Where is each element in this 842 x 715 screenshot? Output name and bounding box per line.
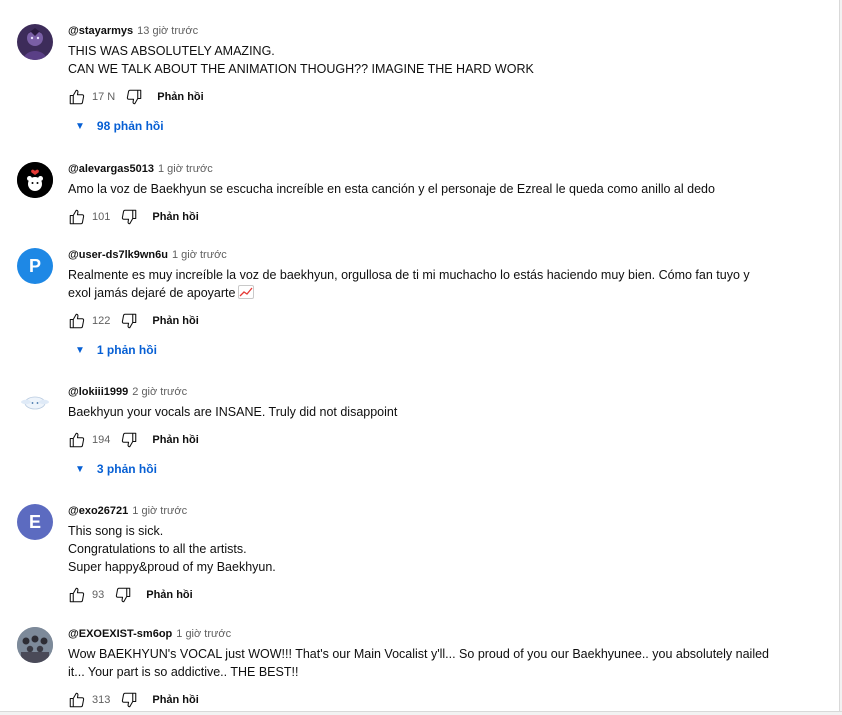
thumbs-down-icon[interactable] — [120, 431, 138, 449]
comment-line: it... Your part is so addictive.. THE BE… — [68, 665, 299, 679]
thumbs-up-icon[interactable] — [68, 586, 86, 604]
comment-line: Realmente es muy increíble la voz de bae… — [68, 268, 750, 282]
avatar-letter: P — [28, 255, 41, 276]
bear-heart-avatar — [17, 162, 53, 198]
avatar[interactable]: E — [17, 504, 53, 540]
comment-actions: 313 Phản hồi — [68, 689, 799, 711]
avatar[interactable]: P — [17, 248, 53, 284]
thumbs-down-icon[interactable] — [120, 208, 138, 226]
comment-timestamp[interactable]: 1 giờ trước — [176, 628, 231, 640]
comment-author[interactable]: @alevargas5013 — [68, 163, 154, 175]
thumbs-up-icon[interactable] — [68, 691, 86, 709]
reply-button[interactable]: Phản hồi — [152, 434, 198, 446]
comment-line: Amo la voz de Baekhyun se escucha increí… — [68, 182, 715, 196]
comment-line: exol jamás dejaré de apoyarte — [68, 286, 236, 300]
thumbs-down-icon[interactable] — [120, 312, 138, 330]
thumbs-up-icon[interactable] — [68, 312, 86, 330]
comment-author[interactable]: @EXOEXIST-sm6op — [68, 628, 172, 640]
thumbs-down-icon[interactable] — [120, 691, 138, 709]
comment-line: Wow BAEKHYUN's VOCAL just WOW!!! That's … — [68, 647, 769, 661]
thumbs-down-icon[interactable] — [125, 88, 143, 106]
group-photo-avatar — [17, 627, 53, 663]
comment-text: This song is sick. Congratulations to al… — [68, 522, 799, 576]
comment-text: THIS WAS ABSOLUTELY AMAZING. CAN WE TALK… — [68, 42, 799, 78]
comment-timestamp[interactable]: 13 giờ trước — [137, 25, 198, 37]
comment-timestamp[interactable]: 2 giờ trước — [132, 386, 187, 398]
comment-text: Wow BAEKHYUN's VOCAL just WOW!!! That's … — [68, 645, 799, 681]
caret-down-icon: ▼ — [75, 120, 85, 132]
comment-text: Realmente es muy increíble la voz de bae… — [68, 266, 799, 302]
view-replies-button[interactable]: ▼ 98 phản hồi — [68, 118, 799, 134]
reply-button[interactable]: Phản hồi — [152, 694, 198, 706]
cinnamoroll-avatar — [17, 385, 53, 421]
like-count: 17 N — [92, 91, 116, 103]
avatar[interactable] — [17, 24, 53, 60]
reply-button[interactable]: Phản hồi — [146, 589, 192, 601]
comment-author[interactable]: @lokiii1999 — [68, 386, 128, 398]
avatar-letter: E — [28, 511, 41, 532]
avatar[interactable] — [17, 385, 53, 421]
thumbs-up-icon[interactable] — [68, 88, 86, 106]
thumbs-up-icon[interactable] — [68, 208, 86, 226]
replies-count: 1 phản hồi — [96, 343, 157, 357]
like-count: 194 — [92, 434, 111, 446]
comment-actions: 101 Phản hồi — [68, 206, 799, 228]
window-bottom-edge — [0, 711, 842, 715]
comment-timestamp[interactable]: 1 giờ trước — [158, 163, 213, 175]
like-count: 93 — [92, 589, 105, 601]
thumbs-down-icon[interactable] — [114, 586, 132, 604]
comment-line: Congratulations to all the artists. — [68, 542, 247, 556]
caret-down-icon: ▼ — [75, 344, 85, 356]
like-count: 313 — [92, 694, 111, 706]
comment-line: CAN WE TALK ABOUT THE ANIMATION THOUGH??… — [68, 62, 534, 76]
comment-line: Super happy&proud of my Baekhyun. — [68, 560, 276, 574]
like-count: 101 — [92, 211, 111, 223]
avatar[interactable] — [17, 162, 53, 198]
avatar[interactable] — [17, 627, 53, 663]
comment-actions: 122 Phản hồi — [68, 310, 799, 332]
comment-author[interactable]: @exo26721 — [68, 505, 128, 517]
view-replies-button[interactable]: ▼ 1 phản hồi — [68, 342, 799, 358]
thumbs-up-icon[interactable] — [68, 431, 86, 449]
reply-button[interactable]: Phản hồi — [152, 315, 198, 327]
view-replies-button[interactable]: ▼ 3 phản hồi — [68, 461, 799, 477]
comment-author[interactable]: @user-ds7lk9wn6u — [68, 249, 168, 261]
comment-timestamp[interactable]: 1 giờ trước — [172, 249, 227, 261]
like-count: 122 — [92, 315, 111, 327]
comment-text: Amo la voz de Baekhyun se escucha increí… — [68, 180, 799, 198]
comment-line: THIS WAS ABSOLUTELY AMAZING. — [68, 44, 275, 58]
reply-button[interactable]: Phản hồi — [152, 211, 198, 223]
comment-timestamp[interactable]: 1 giờ trước — [132, 505, 187, 517]
caret-down-icon: ▼ — [75, 463, 85, 475]
comment-actions: 194 Phản hồi — [68, 429, 799, 451]
comment-actions: 17 N Phản hồi — [68, 86, 799, 108]
comment-author[interactable]: @stayarmys — [68, 25, 133, 37]
reply-button[interactable]: Phản hồi — [157, 91, 203, 103]
anime-character-avatar — [17, 24, 53, 60]
comment-line: This song is sick. — [68, 524, 164, 538]
chart-increasing-emoji — [238, 285, 255, 299]
comment-line: Baekhyun your vocals are INSANE. Truly d… — [68, 405, 398, 419]
comment-text: Baekhyun your vocals are INSANE. Truly d… — [68, 403, 799, 421]
comment-actions: 93 Phản hồi — [68, 584, 799, 606]
replies-count: 3 phản hồi — [96, 462, 157, 476]
replies-count: 98 phản hồi — [96, 119, 164, 133]
